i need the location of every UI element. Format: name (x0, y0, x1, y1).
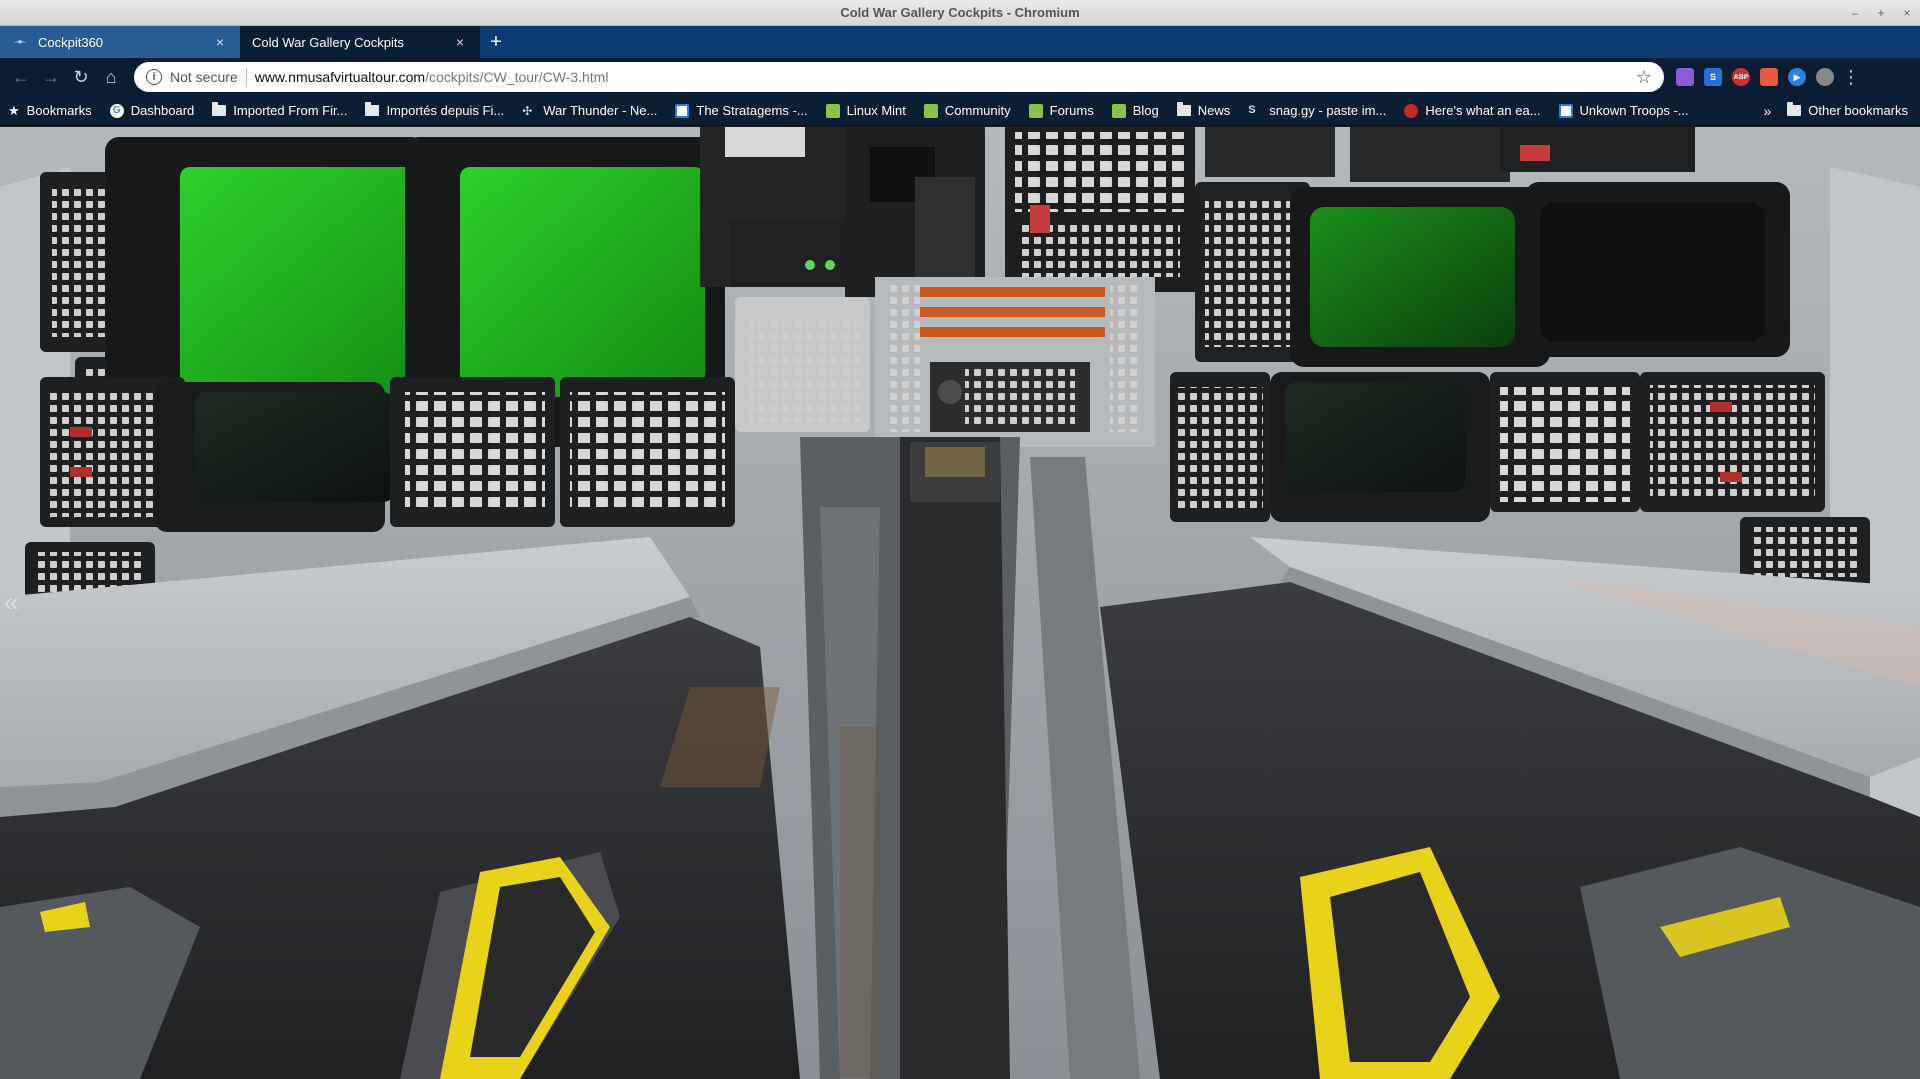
bookmark-label: Blog (1132, 103, 1159, 118)
bookmark-snaggy[interactable]: S snag.gy - paste im... (1248, 103, 1386, 118)
play-extension-icon[interactable]: ▶ (1788, 68, 1806, 86)
bookmark-heres-what[interactable]: Here's what an ea... (1404, 103, 1541, 118)
google-icon: G (109, 103, 124, 118)
panorama-viewport[interactable]: « (0, 127, 1920, 1079)
home-button[interactable]: ⌂ (96, 62, 126, 92)
bookmarks-overflow-icon[interactable]: » (1764, 103, 1772, 119)
address-bar[interactable]: i Not secure www.nmusafvirtualtour.com/c… (134, 62, 1664, 92)
address-separator (245, 68, 247, 86)
bookmark-label: Importés depuis Fi... (386, 103, 505, 118)
tab-cold-war-gallery[interactable]: Cold War Gallery Cockpits × (240, 26, 480, 58)
bookmark-folder-importes[interactable]: Importés depuis Fi... (365, 102, 505, 118)
bookmark-dashboard[interactable]: G Dashboard (109, 103, 195, 118)
folder-icon (1176, 102, 1191, 116)
security-label: Not secure (170, 69, 238, 85)
bookmark-label: The Stratagems -... (696, 103, 808, 118)
bookmark-linux-mint[interactable]: Linux Mint (825, 103, 906, 118)
feather-extension-icon[interactable] (1676, 68, 1694, 86)
cockpit360-favicon-icon (12, 34, 28, 50)
bookmark-blog[interactable]: Blog (1111, 103, 1159, 118)
pano-left-arrow-icon[interactable]: « (4, 587, 18, 618)
bookmark-label: News (1197, 103, 1231, 118)
bookmark-label: Unkown Troops -... (1579, 103, 1689, 118)
power-icon (1404, 103, 1419, 118)
page-icon (675, 103, 690, 118)
bookmark-star-icon[interactable]: ☆ (1636, 67, 1652, 88)
folder-icon (365, 102, 380, 116)
window-controls: – + × (1848, 0, 1914, 26)
s-extension-icon[interactable]: S (1704, 68, 1722, 86)
bookmark-bookmarks[interactable]: ★ Bookmarks (8, 103, 92, 119)
close-window-button[interactable]: × (1900, 6, 1914, 20)
bookmark-label: Bookmarks (26, 103, 92, 118)
new-tab-button[interactable]: + (480, 26, 512, 58)
bookmark-folder-news[interactable]: News (1176, 102, 1231, 118)
folder-icon (1787, 102, 1802, 116)
bookmark-unkown-troops[interactable]: Unkown Troops -... (1558, 103, 1689, 118)
folder-icon (212, 102, 227, 116)
bookmark-label: Dashboard (130, 103, 195, 118)
reload-button[interactable]: ↻ (66, 62, 96, 92)
bookmark-community[interactable]: Community (923, 103, 1011, 118)
snaggy-icon: S (1248, 103, 1256, 116)
tab-close-icon[interactable]: × (212, 34, 228, 50)
window-title: Cold War Gallery Cockpits - Chromium (840, 5, 1080, 20)
star-icon: ★ (8, 102, 20, 118)
bookmark-war-thunder[interactable]: ✣ War Thunder - Ne... (522, 103, 657, 118)
linux-mint-icon (1111, 103, 1126, 118)
linux-mint-icon (923, 103, 938, 118)
war-thunder-icon: ✣ (522, 103, 533, 118)
window-title-bar: Cold War Gallery Cockpits - Chromium – +… (0, 0, 1920, 26)
bookmark-label: snag.gy - paste im... (1269, 103, 1387, 118)
tab-close-icon[interactable]: × (452, 34, 468, 50)
linux-mint-icon (825, 103, 840, 118)
tab-label: Cockpit360 (38, 34, 104, 50)
bookmark-label: War Thunder - Ne... (543, 103, 658, 118)
bookmark-other-bookmarks[interactable]: Other bookmarks (1787, 102, 1908, 118)
page-icon (1558, 103, 1573, 118)
back-button[interactable]: ← (6, 62, 36, 92)
tab-strip: Cockpit360 × Cold War Gallery Cockpits ×… (0, 26, 1920, 58)
bookmark-stratagems[interactable]: The Stratagems -... (675, 103, 808, 118)
bookmark-label: Imported From Fir... (233, 103, 348, 118)
extensions-area: S ABP ▶ (1676, 68, 1834, 86)
bookmark-label: Community (944, 103, 1011, 118)
bookmarks-right: » Other bookmarks (1764, 102, 1913, 119)
megaphone-extension-icon[interactable] (1760, 68, 1778, 86)
bookmarks-bar: ★ Bookmarks G Dashboard Imported From Fi… (0, 96, 1920, 126)
bookmark-forums[interactable]: Forums (1028, 103, 1094, 118)
browser-toolbar: ← → ↻ ⌂ i Not secure www.nmusafvirtualto… (0, 58, 1920, 96)
forward-button[interactable]: → (36, 62, 66, 92)
tab-cockpit360[interactable]: Cockpit360 × (0, 26, 240, 58)
bookmark-folder-imported-firefox[interactable]: Imported From Fir... (212, 102, 348, 118)
profile-avatar-icon[interactable] (1816, 68, 1834, 86)
url-text[interactable]: www.nmusafvirtualtour.com/cockpits/CW_to… (255, 69, 1636, 85)
linux-mint-icon (1028, 103, 1043, 118)
bookmark-label: Linux Mint (846, 103, 906, 118)
url-path: /cockpits/CW_tour/CW-3.html (425, 69, 609, 85)
tab-label: Cold War Gallery Cockpits (252, 34, 404, 50)
bookmark-label: Other bookmarks (1808, 103, 1908, 118)
bookmark-label: Here's what an ea... (1425, 103, 1541, 118)
cockpit-panorama-image[interactable] (0, 127, 1920, 1079)
adblock-plus-icon[interactable]: ABP (1732, 68, 1750, 86)
bookmark-label: Forums (1049, 103, 1094, 118)
site-info-icon[interactable]: i (146, 69, 162, 85)
minimize-button[interactable]: – (1848, 6, 1862, 20)
url-host: www.nmusafvirtualtour.com (254, 69, 426, 85)
browser-menu-icon[interactable]: ⋮ (1842, 67, 1860, 88)
maximize-button[interactable]: + (1874, 6, 1888, 20)
